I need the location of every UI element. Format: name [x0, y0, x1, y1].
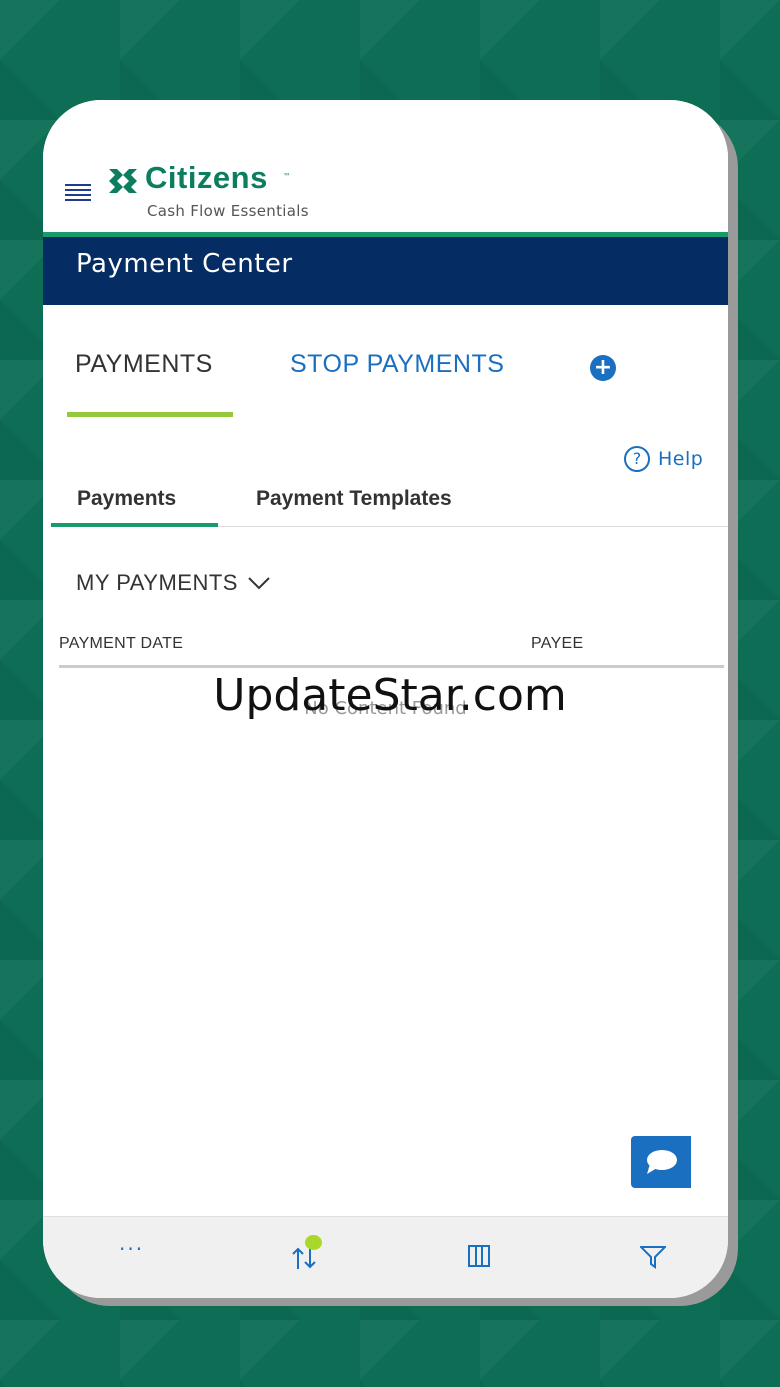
brand-name: Citizens: [145, 160, 268, 195]
page-title: Payment Center: [76, 249, 293, 279]
columns-icon[interactable]: [468, 1245, 490, 1267]
chat-button[interactable]: [631, 1136, 691, 1188]
hamburger-menu-icon[interactable]: [65, 184, 91, 204]
column-header-payee[interactable]: PAYEE: [531, 635, 583, 653]
add-icon[interactable]: +: [590, 355, 616, 381]
table-header-divider: [59, 665, 724, 668]
filter-icon[interactable]: [640, 1245, 666, 1269]
question-circle-icon: ?: [624, 446, 650, 472]
help-label: Help: [658, 448, 704, 470]
title-bar: Payment Center: [43, 237, 728, 305]
subtab-payment-templates[interactable]: Payment Templates: [256, 487, 452, 511]
subtab-payments[interactable]: Payments: [77, 487, 176, 511]
tab-payments[interactable]: PAYMENTS: [75, 350, 213, 379]
citizens-logo-icon: [109, 169, 137, 193]
bottom-toolbar: ···: [43, 1216, 728, 1298]
active-tab-underline: [67, 412, 233, 417]
active-subtab-underline: [51, 523, 218, 527]
watermark-text: UpdateStar.com: [213, 670, 567, 721]
my-payments-label: MY PAYMENTS: [76, 570, 238, 595]
more-icon[interactable]: ···: [119, 1237, 144, 1261]
help-link[interactable]: ? Help: [624, 445, 703, 473]
sort-indicator-dot: [305, 1235, 322, 1250]
chat-bubble-icon: [647, 1150, 677, 1174]
my-payments-dropdown[interactable]: MY PAYMENTS: [76, 570, 270, 596]
column-header-payment-date[interactable]: PAYMENT DATE: [59, 635, 183, 653]
trademark-mark: ™: [283, 172, 291, 181]
tab-stop-payments[interactable]: STOP PAYMENTS: [290, 350, 504, 379]
chevron-down-icon: [248, 577, 270, 590]
brand-subtitle: Cash Flow Essentials: [147, 202, 309, 220]
app-header: Citizens ™ Cash Flow Essentials: [43, 100, 728, 232]
